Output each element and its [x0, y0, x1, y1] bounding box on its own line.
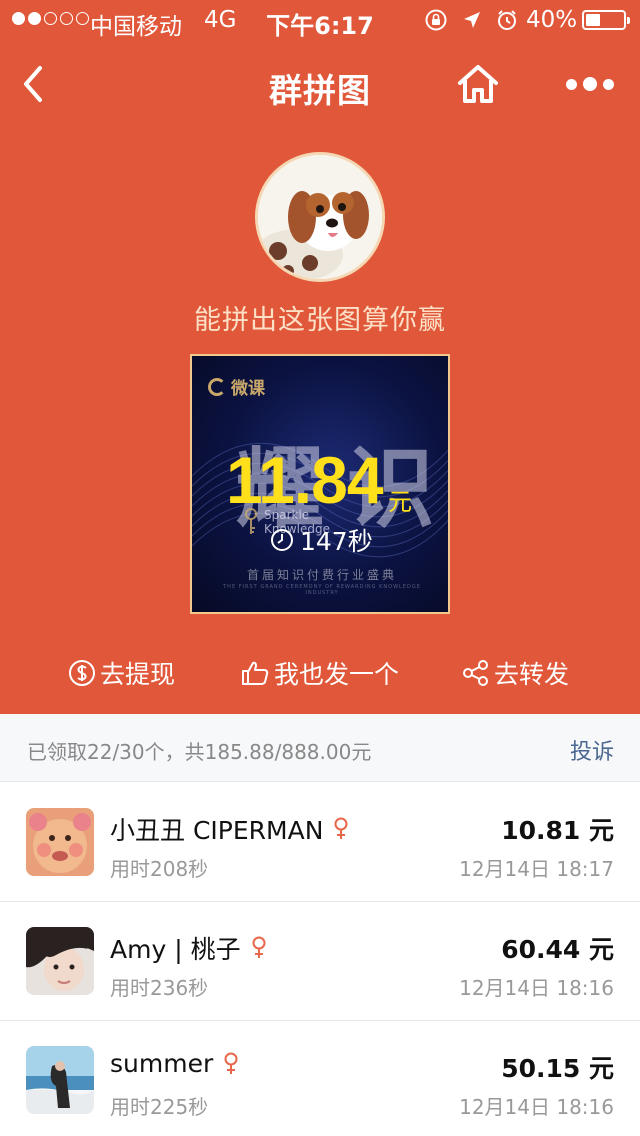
- user-name: summer: [110, 1049, 239, 1078]
- event-banner: 首届知识付费行业盛典: [246, 568, 397, 582]
- reward-amount: 11.84: [226, 443, 384, 517]
- alarm-clock-icon: [498, 10, 516, 30]
- claim-time: 12月14日 18:16: [459, 1095, 614, 1119]
- list-item[interactable]: Amy | 桃子 用时236秒 60.44 元 12月14日 18:16: [0, 902, 640, 1021]
- beach-avatar-image: [26, 1046, 94, 1114]
- battery-icon: [582, 10, 630, 30]
- clock-icon: [271, 529, 293, 551]
- claim-time: 12月14日 18:16: [459, 976, 614, 1000]
- female-icon: [224, 1052, 238, 1074]
- rotation-lock-icon: [425, 9, 447, 31]
- female-icon: [334, 817, 348, 839]
- puppy-avatar-image: [258, 155, 382, 279]
- screen: 中国移动 4G 下午6:17 40% 群拼图 能拼出这张图算你赢 微课 耀 识 …: [0, 0, 640, 1136]
- user-avatar: [26, 1046, 94, 1114]
- host-avatar[interactable]: [255, 152, 385, 282]
- claimed-amount: 10.81 元: [501, 816, 614, 845]
- dollar-icon: [69, 660, 95, 686]
- claimed-amount: 50.15 元: [501, 1054, 614, 1083]
- user-avatar: [26, 927, 94, 995]
- share-button[interactable]: 去转发: [462, 655, 569, 691]
- location-arrow-icon: [464, 12, 480, 28]
- time-used: 用时236秒: [110, 976, 209, 1000]
- tagline: 能拼出这张图算你赢: [194, 305, 446, 336]
- claim-time: 12月14日 18:17: [459, 857, 614, 881]
- user-name: 小丑丑 CIPERMAN: [110, 811, 349, 847]
- claim-summary-text: 已领取22/30个，共185.88/888.00元: [27, 740, 372, 764]
- puzzle-duration: 147秒: [270, 522, 373, 558]
- status-bar: 中国移动 4G 下午6:17 40%: [0, 0, 640, 40]
- pig-face-avatar-image: [26, 808, 94, 876]
- thumbs-up-icon: [242, 661, 269, 685]
- claim-summary-bar: 已领取22/30个，共185.88/888.00元 投诉: [0, 714, 640, 782]
- reward-unit: 元: [388, 488, 412, 516]
- user-avatar: [26, 808, 94, 876]
- home-button[interactable]: [454, 62, 502, 106]
- report-link[interactable]: 投诉: [570, 734, 614, 766]
- puzzle-card[interactable]: 微课 耀 识 Sparkle Knowledge 11.84 元 147秒 首届…: [190, 354, 450, 614]
- user-name: Amy | 桃子: [110, 930, 267, 966]
- home-icon: [458, 65, 498, 103]
- weike-logo-icon: [208, 377, 226, 396]
- more-options-button[interactable]: [566, 74, 616, 94]
- female-icon: [252, 936, 266, 958]
- share-icon: [463, 660, 488, 686]
- list-item[interactable]: summer 用时225秒 50.15 元 12月14日 18:16: [0, 1021, 640, 1136]
- list-item[interactable]: 小丑丑 CIPERMAN 用时208秒 10.81 元 12月14日 18:17: [0, 783, 640, 902]
- battery-percentage: 40%: [526, 7, 578, 33]
- claimed-amount: 60.44 元: [501, 935, 614, 964]
- hero-panel: 中国移动 4G 下午6:17 40% 群拼图 能拼出这张图算你赢 微课 耀 识 …: [0, 0, 640, 714]
- girl-portrait-avatar-image: [26, 927, 94, 995]
- event-banner-subtitle: THE FIRST GRAND CEREMONY OF REWARDING KN…: [223, 584, 421, 596]
- brand-logo: 微课: [208, 374, 265, 399]
- status-icons: [424, 8, 518, 32]
- create-puzzle-button[interactable]: 我也发一个: [240, 655, 399, 691]
- brand-name: 微课: [231, 379, 265, 399]
- time-used: 用时208秒: [110, 857, 209, 881]
- action-bar: 去提现 我也发一个 去转发: [0, 655, 640, 695]
- withdraw-button[interactable]: 去提现: [68, 655, 175, 691]
- page-title: 群拼图: [269, 71, 371, 110]
- time-used: 用时225秒: [110, 1095, 209, 1119]
- claim-records-list: 小丑丑 CIPERMAN 用时208秒 10.81 元 12月14日 18:17: [0, 783, 640, 1136]
